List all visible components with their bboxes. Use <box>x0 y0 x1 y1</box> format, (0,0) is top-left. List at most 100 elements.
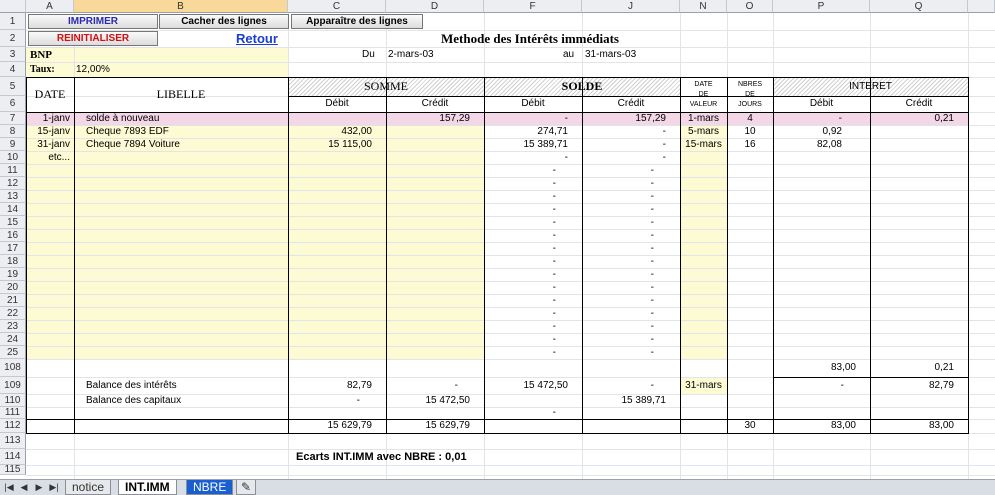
row-header[interactable]: 10 <box>0 151 26 164</box>
header-debit: Débit <box>809 98 834 109</box>
row-header[interactable]: 110 <box>0 394 26 407</box>
cell-solde-debit: 15 472,50 <box>523 379 569 391</box>
border <box>773 377 969 378</box>
cell-solde-debit: - <box>552 203 556 215</box>
row-header[interactable]: 22 <box>0 307 26 320</box>
row-header[interactable]: 19 <box>0 268 26 281</box>
cell-somme-credit: 157,29 <box>439 112 470 124</box>
cell-solde-credit: - <box>650 177 654 189</box>
row-header[interactable]: 5 <box>0 77 26 96</box>
column-header[interactable]: D <box>386 0 484 13</box>
row-header[interactable]: 8 <box>0 125 26 138</box>
row-header[interactable]: 1 <box>0 13 26 30</box>
select-all-corner[interactable] <box>0 0 26 13</box>
cell-solde-credit: - <box>650 294 654 306</box>
prev-sheet-icon[interactable]: ◀ <box>19 482 29 493</box>
ecarts-note: Ecarts INT.IMM avec NBRE : 0,01 <box>296 451 467 463</box>
cell-solde-debit: - <box>552 407 556 418</box>
row-header[interactable]: 12 <box>0 177 26 190</box>
tab-nbre[interactable]: NBRE <box>186 480 234 495</box>
spreadsheet[interactable]: A B C D F J N O P Q 1 2 3 4 5 6 7 8 9 10 11 12 13 14 15 16 17 18 19 2… <box>0 0 995 495</box>
cell-solde-debit: - <box>552 229 556 241</box>
tab-int-imm[interactable]: INT.IMM <box>118 480 177 495</box>
row-header[interactable]: 11 <box>0 164 26 177</box>
insert-sheet-icon[interactable]: ✎ <box>236 480 257 495</box>
row-header[interactable]: 4 <box>0 62 26 77</box>
cell-somme-debit: - <box>356 394 360 406</box>
return-link[interactable]: Retour <box>236 32 296 45</box>
cell-solde-credit: - <box>650 216 654 228</box>
row-header[interactable]: 16 <box>0 229 26 242</box>
row-header[interactable]: 14 <box>0 203 26 216</box>
column-header[interactable]: O <box>727 0 773 13</box>
row-header[interactable]: 9 <box>0 138 26 151</box>
border <box>484 359 485 433</box>
row-header[interactable]: 21 <box>0 294 26 307</box>
row-header[interactable]: 25 <box>0 346 26 359</box>
cell-solde-debit: - <box>552 346 556 358</box>
row-header[interactable]: 109 <box>0 377 26 394</box>
header-somme: SOMME <box>363 79 408 93</box>
row-header[interactable]: 111 <box>0 407 26 419</box>
hide-rows-button[interactable]: Cacher des lignes <box>159 14 289 29</box>
first-sheet-icon[interactable]: |◀ <box>4 482 14 493</box>
last-sheet-icon[interactable]: ▶| <box>49 482 59 493</box>
gridline <box>26 475 995 476</box>
cell-solde-credit: - <box>650 229 654 241</box>
cell-solde-credit: - <box>650 320 654 332</box>
cell-solde-debit: - <box>552 164 556 176</box>
row-header[interactable]: 17 <box>0 242 26 255</box>
cell-date: 1-janv <box>42 112 70 124</box>
cell-solde-debit: - <box>552 255 556 267</box>
border <box>968 359 969 433</box>
print-button[interactable]: IMPRIMER <box>28 14 158 29</box>
cell-solde-credit: - <box>650 255 654 267</box>
row-header[interactable]: 20 <box>0 281 26 294</box>
bank-name: BNP <box>30 48 52 61</box>
row-header[interactable]: 114 <box>0 449 26 465</box>
row-header[interactable]: 15 <box>0 216 26 229</box>
cell-somme-credit: 15 472,50 <box>425 394 471 406</box>
row-header[interactable]: 113 <box>0 433 26 449</box>
row-header[interactable]: 112 <box>0 419 26 433</box>
period-to-label: au <box>563 48 575 60</box>
date-valeur-header: DATE <box>694 81 713 88</box>
column-header[interactable] <box>968 0 995 13</box>
header-libelle: LIBELLE <box>156 87 206 101</box>
row-header[interactable]: 6 <box>0 96 26 112</box>
show-rows-button[interactable]: Apparaître des lignes <box>291 14 423 29</box>
column-header[interactable]: P <box>773 0 870 13</box>
cell-solde-debit: - <box>552 333 556 345</box>
cell-solde-debit: - <box>552 190 556 202</box>
row-header[interactable]: 3 <box>0 47 26 62</box>
row-header[interactable]: 7 <box>0 112 26 125</box>
column-header[interactable]: J <box>582 0 680 13</box>
nbres-jours-header: JOURS <box>738 101 762 108</box>
next-sheet-icon[interactable]: ▶ <box>34 482 44 493</box>
column-header[interactable]: C <box>288 0 386 13</box>
row-header[interactable]: 108 <box>0 359 26 377</box>
column-header[interactable]: Q <box>870 0 968 13</box>
column-header[interactable]: N <box>680 0 727 13</box>
tab-notice[interactable]: notice <box>65 480 112 495</box>
row-header[interactable]: 23 <box>0 320 26 333</box>
cell-int-credit: 0,21 <box>934 362 954 373</box>
cell-solde-credit: - <box>662 151 666 163</box>
cell-libelle: Cheque 7894 Voiture <box>86 138 180 150</box>
column-header[interactable]: A <box>26 0 74 13</box>
cell-solde-debit: - <box>564 151 568 163</box>
reset-button[interactable]: REINITIALISER <box>28 31 158 46</box>
cell-somme-credit: 15 629,79 <box>425 420 471 431</box>
row-header[interactable]: 24 <box>0 333 26 346</box>
cell-solde-debit: - <box>552 320 556 332</box>
column-header[interactable]: F <box>484 0 582 13</box>
cell-somme-debit: 15 115,00 <box>328 138 372 150</box>
sheet-tab-bar: |◀ ◀ ▶ ▶| notice INT.IMM NBRE ✎ <box>0 479 995 495</box>
row-header[interactable]: 13 <box>0 190 26 203</box>
border <box>74 77 75 359</box>
row-header[interactable]: 2 <box>0 30 26 47</box>
column-header[interactable]: B <box>74 0 288 13</box>
header-solde: SOLDE <box>561 79 603 93</box>
row-header[interactable]: 115 <box>0 464 26 475</box>
row-header[interactable]: 18 <box>0 255 26 268</box>
